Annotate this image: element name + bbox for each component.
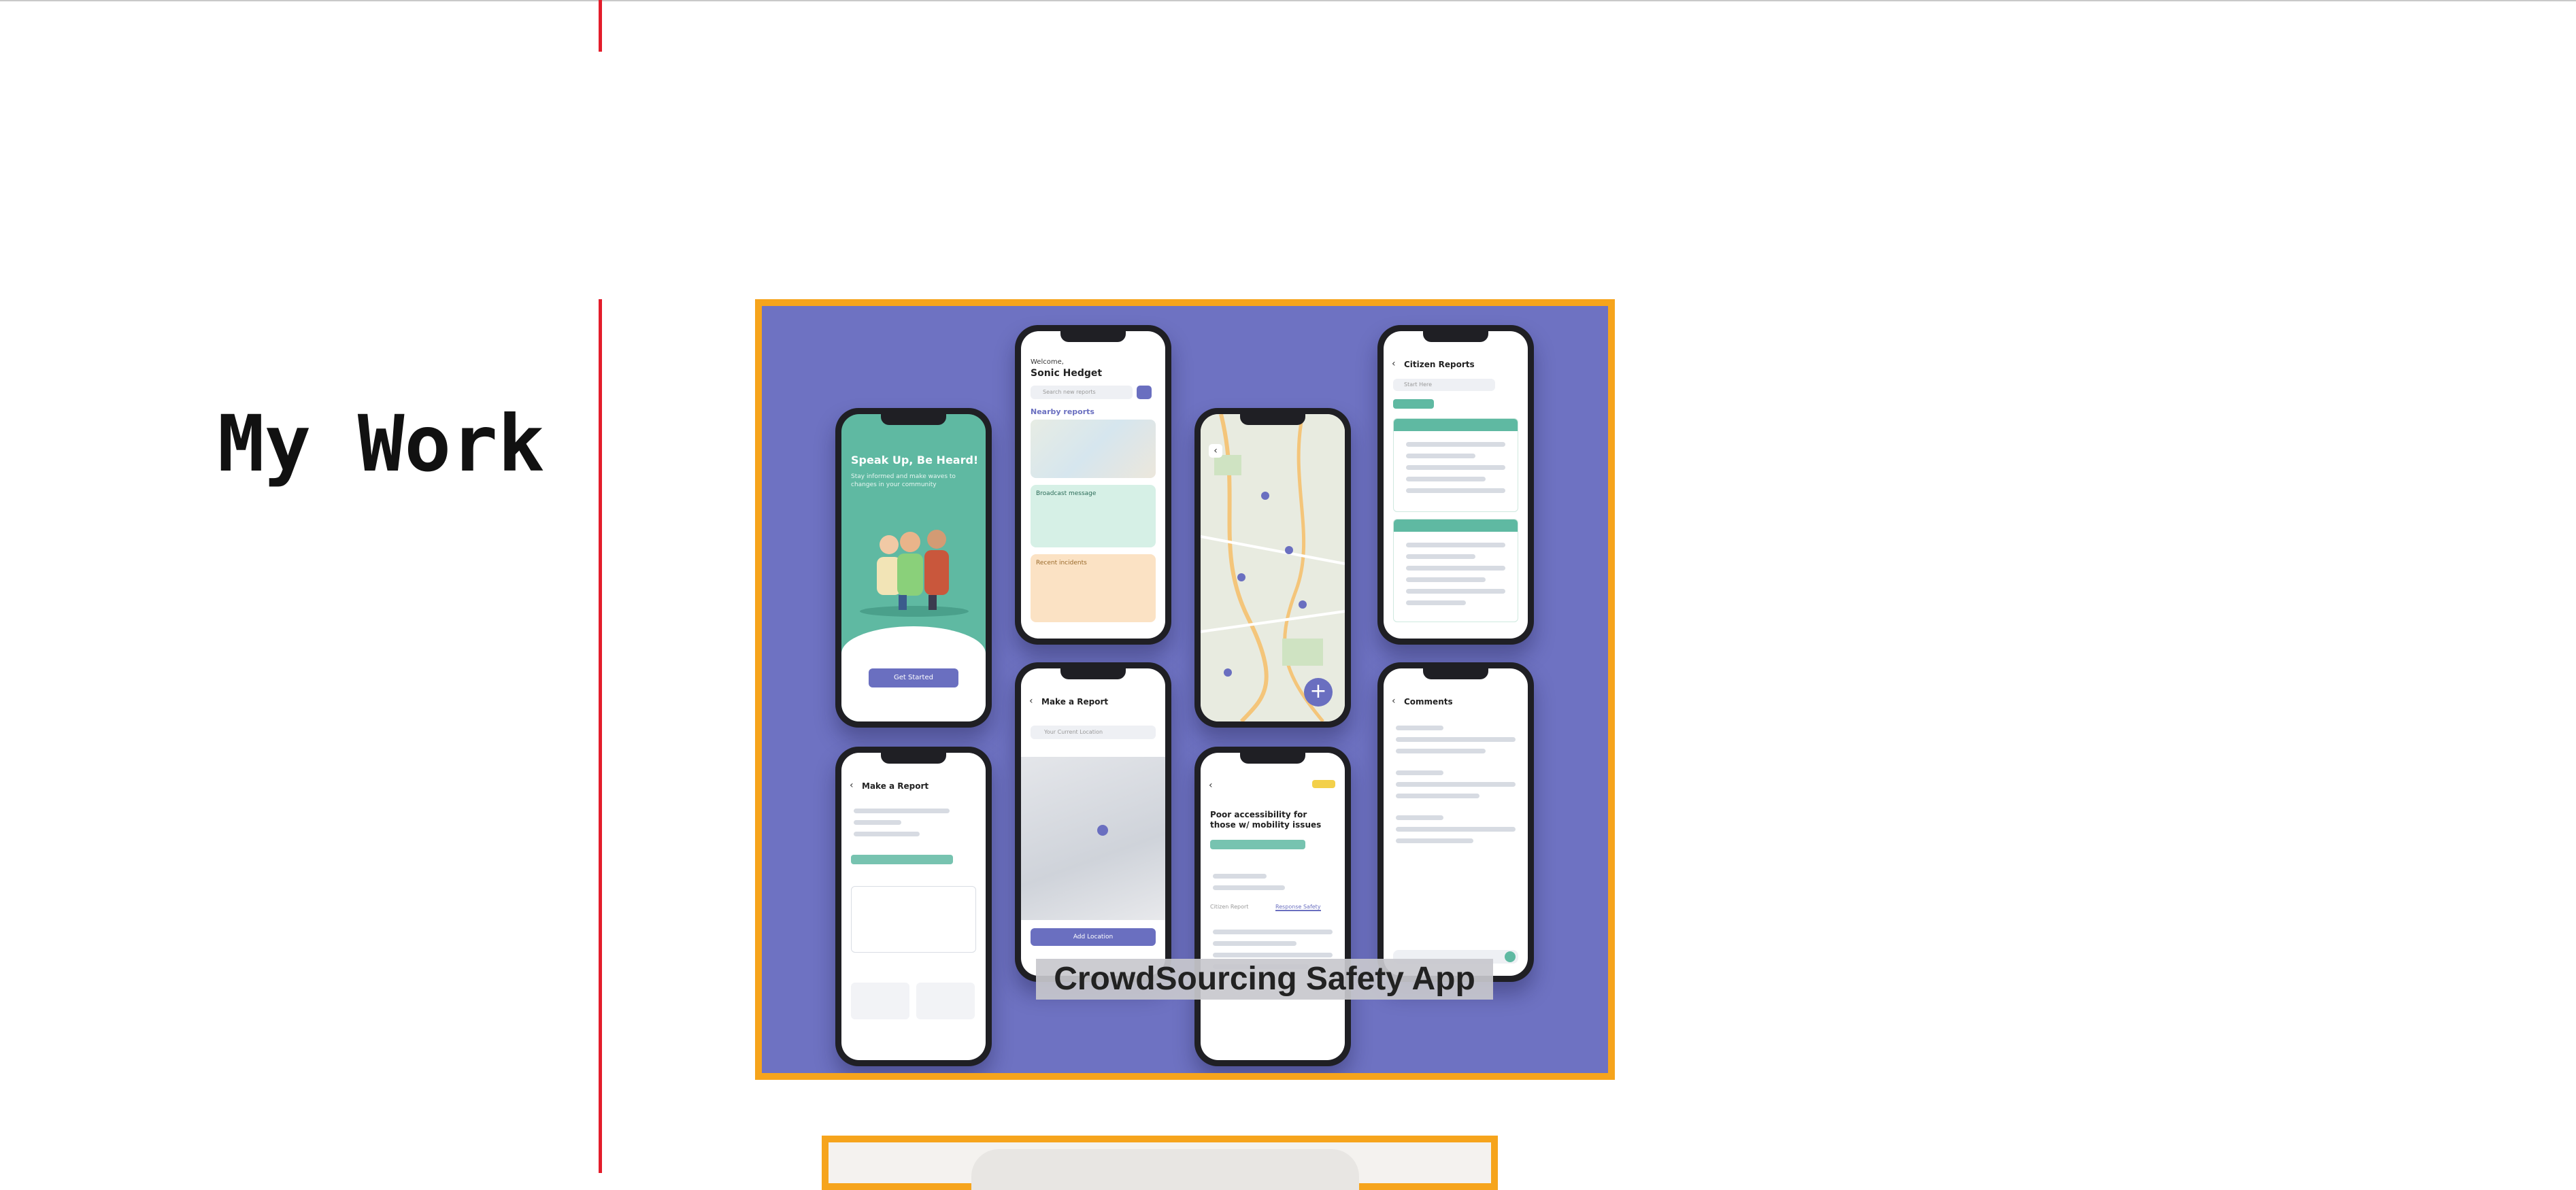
location-map[interactable] — [1021, 757, 1165, 920]
project-card-2-image — [971, 1149, 1359, 1190]
report-card-2[interactable] — [1393, 519, 1518, 622]
broadcast-card-label: Broadcast message — [1036, 490, 1097, 497]
make-report-location-title: Make a Report — [1041, 697, 1109, 707]
back-icon[interactable]: ‹ — [1029, 696, 1033, 707]
map-view[interactable] — [1201, 414, 1345, 721]
home-search-input[interactable]: Search new reports — [1031, 386, 1133, 399]
citizen-search-input[interactable]: Start Here — [1393, 379, 1495, 391]
map-back-icon[interactable]: ‹ — [1209, 444, 1222, 458]
phone-onboarding: Speak Up, Be Heard! Stay informed and ma… — [835, 408, 992, 728]
greeting: Welcome, — [1031, 358, 1064, 366]
broadcast-card[interactable]: Broadcast message — [1031, 485, 1156, 547]
project-caption: CrowdSourcing Safety App — [1036, 959, 1493, 1000]
phone-home: Welcome, Sonic Hedget Search new reports… — [1015, 325, 1171, 645]
citizen-reports-title: Citizen Reports — [1404, 360, 1475, 369]
search-button[interactable] — [1137, 386, 1152, 399]
phone-comments: ‹ Comments — [1377, 662, 1534, 982]
add-location-button[interactable]: Add Location — [1031, 928, 1156, 946]
from-library-button[interactable] — [916, 983, 975, 1019]
phone-report-detail: ‹ Poor accessibility for those w/ mobili… — [1194, 747, 1351, 1066]
back-icon[interactable]: ‹ — [1392, 696, 1396, 707]
tab-response-safety[interactable]: Response Safety — [1275, 904, 1321, 911]
map-pin-icon — [1097, 825, 1108, 836]
take-photo-button[interactable] — [851, 983, 909, 1019]
status-badge — [1312, 780, 1335, 788]
send-icon[interactable] — [1505, 951, 1516, 962]
phone-make-report-location: ‹ Make a Report Your Current Location Ad… — [1015, 662, 1171, 982]
filter-chips[interactable] — [1393, 399, 1434, 409]
detail-chips — [1210, 840, 1305, 849]
accent-line — [599, 299, 602, 1173]
top-divider — [0, 0, 2576, 1]
description-field[interactable] — [851, 886, 976, 953]
onboarding-headline: Speak Up, Be Heard! — [851, 454, 979, 466]
tag-chips[interactable] — [851, 855, 953, 864]
nearby-heading: Nearby reports — [1031, 407, 1094, 416]
phone-map: ‹ + — [1194, 408, 1351, 728]
tab-citizen-report[interactable]: Citizen Report — [1210, 904, 1248, 910]
incidents-card[interactable]: Recent incidents — [1031, 554, 1156, 622]
section-title: My Work — [218, 398, 545, 490]
phone-make-report-form: ‹ Make a Report — [835, 747, 992, 1066]
phone-citizen-reports: ‹ Citizen Reports Start Here — [1377, 325, 1534, 645]
project-card-2[interactable] — [822, 1136, 1498, 1190]
report-detail-title: Poor accessibility for those w/ mobility… — [1210, 810, 1322, 830]
nearby-map[interactable] — [1031, 420, 1156, 478]
people-illustration — [860, 530, 969, 617]
location-input[interactable]: Your Current Location — [1031, 726, 1156, 739]
back-icon[interactable]: ‹ — [1392, 358, 1396, 369]
user-name: Sonic Hedget — [1031, 368, 1103, 379]
get-started-button[interactable]: Get Started — [869, 668, 958, 687]
accent-line-top — [599, 0, 602, 52]
comments-title: Comments — [1404, 697, 1453, 707]
back-icon[interactable]: ‹ — [1209, 780, 1213, 791]
add-report-button[interactable]: + — [1304, 678, 1333, 707]
report-card-1[interactable] — [1393, 418, 1518, 512]
onboarding-subtext: Stay informed and make waves to changes … — [851, 473, 956, 488]
back-icon[interactable]: ‹ — [850, 780, 854, 791]
make-report-title: Make a Report — [862, 781, 929, 791]
incidents-card-label: Recent incidents — [1036, 560, 1087, 566]
